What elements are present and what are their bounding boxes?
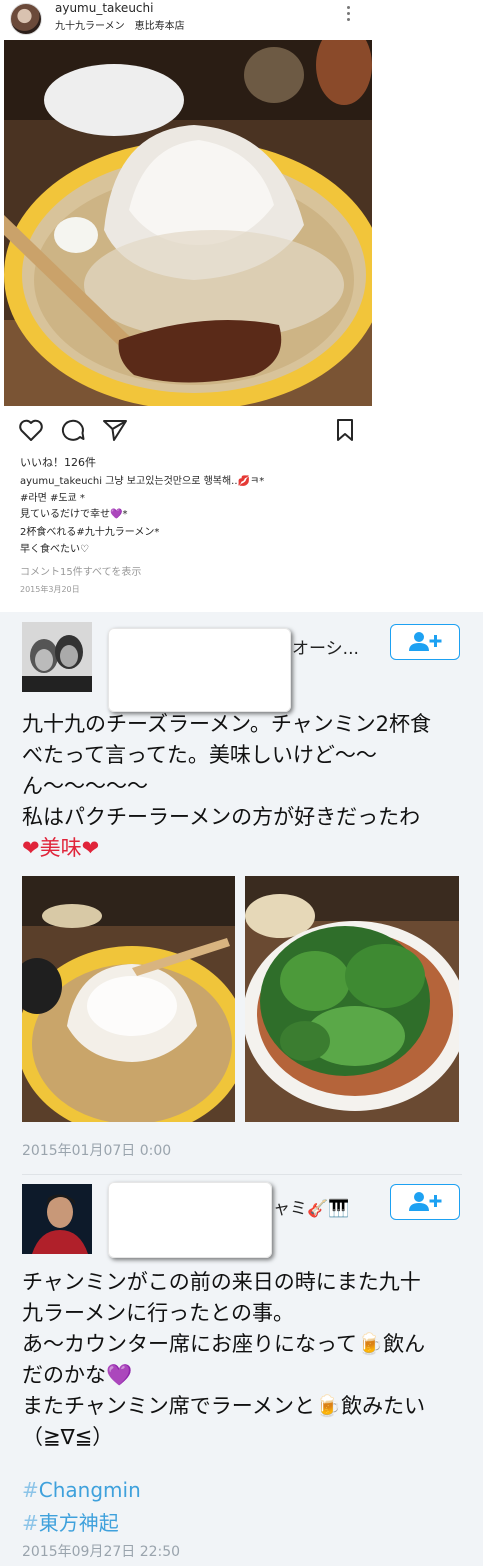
add-user-icon	[409, 1192, 442, 1211]
hashtag-text: Changmin	[38, 1478, 141, 1502]
avatar[interactable]	[22, 1184, 92, 1254]
avatar[interactable]	[10, 3, 42, 35]
caption-line: 見ているだけで幸せ💜*	[20, 509, 128, 520]
caption-line: ayumu_takeuchi 그냥 보고있는것만으로 행복해..💋ㅋ*	[20, 476, 265, 487]
username[interactable]: ayumu_takeuchi	[55, 1, 153, 15]
tweet-text-line: 私はパクチーラーメンの方が好きだったわ	[22, 805, 421, 829]
cheese-ramen-photo	[22, 876, 235, 1122]
tweet-image[interactable]	[245, 876, 459, 1122]
display-name[interactable]: オーシ...	[292, 634, 359, 659]
tweet-card: オーシ... 九十九のチーズラーメン。チャンミン2杯食 べたって言ってた。美味し…	[0, 612, 483, 1182]
tweet-text-line: ん～～～～～	[22, 774, 148, 798]
like-count[interactable]: いいね！126件	[20, 454, 96, 470]
view-comments-link[interactable]: コメント15件すべてを表示	[20, 563, 141, 578]
location[interactable]: 九十九ラーメン 恵比寿本店	[55, 17, 185, 32]
avatar[interactable]	[22, 622, 92, 692]
post-header: ayumu_takeuchi 九十九ラーメン 恵比寿本店	[0, 0, 483, 38]
redacted-name	[108, 628, 291, 712]
add-user-icon	[409, 632, 442, 651]
tweet-divider	[22, 1174, 462, 1175]
hashtag-link[interactable]: #東方神起	[22, 1507, 119, 1536]
redacted-name	[108, 1182, 272, 1258]
tweet-text-line: ❤美味❤	[22, 836, 100, 860]
bookmark-icon[interactable]	[335, 418, 355, 442]
more-icon[interactable]	[344, 6, 352, 26]
tweet-text-line: 九ラーメンに行ったとの事。	[22, 1301, 294, 1325]
instagram-post: ayumu_takeuchi 九十九ラーメン 恵比寿本店 いいね！126件 ay…	[0, 0, 483, 612]
tweet-text-line: べたって言ってた。美味しいけど～～	[22, 743, 377, 767]
heart-icon[interactable]	[18, 418, 44, 442]
share-icon[interactable]	[102, 418, 128, 442]
tweet-text-line: （≧∇≦）	[22, 1425, 114, 1449]
display-name[interactable]: ャミ🎸🎹	[273, 1194, 349, 1219]
twitter-section: オーシ... 九十九のチーズラーメン。チャンミン2杯食 べたって言ってた。美味し…	[0, 612, 483, 1566]
post-actions	[0, 415, 483, 445]
comment-icon[interactable]	[60, 418, 86, 442]
caption-line: 2杯食べれる#九十九ラーメン*	[20, 527, 160, 538]
post-date: 2015年3月20日	[20, 585, 80, 594]
caption-line: 早く食べたい♡	[20, 544, 89, 555]
tweet-timestamp: 2015年01月07日 0:00	[22, 1143, 172, 1159]
hash-symbol: #	[22, 1511, 39, 1535]
avatar-photo	[22, 622, 92, 692]
coriander-ramen-photo	[245, 876, 459, 1122]
avatar-photo	[22, 1184, 92, 1254]
post-photo[interactable]	[4, 40, 372, 406]
hash-symbol: #	[22, 1478, 39, 1502]
hashtag-link[interactable]: #Changmin	[22, 1478, 141, 1502]
tweet-text-line: あ～カウンター席にお座りになって🍺飲ん	[22, 1332, 426, 1356]
tweet-card: ャミ🎸🎹 チャンミンがこの前の来日の時にまた九十 九ラーメンに行ったとの事。 あ…	[0, 1182, 483, 1566]
tweet-text-line: だのかな💜	[22, 1363, 133, 1387]
hashtag-text: 東方神起	[38, 1511, 119, 1535]
ramen-photo	[4, 40, 372, 406]
follow-button[interactable]	[390, 624, 460, 660]
tweet-text-line: チャンミンがこの前の来日の時にまた九十	[22, 1270, 421, 1294]
tweet-text-line: またチャンミン席でラーメンと🍺飲みたい	[22, 1394, 426, 1418]
tweet-text-line: 九十九のチーズラーメン。チャンミン2杯食	[22, 712, 431, 736]
follow-button[interactable]	[390, 1184, 460, 1220]
tweet-timestamp: 2015年09月27日 22:50	[22, 1544, 181, 1560]
caption-line: #라면 #도쿄 *	[20, 493, 85, 504]
tweet-image[interactable]	[22, 876, 235, 1122]
